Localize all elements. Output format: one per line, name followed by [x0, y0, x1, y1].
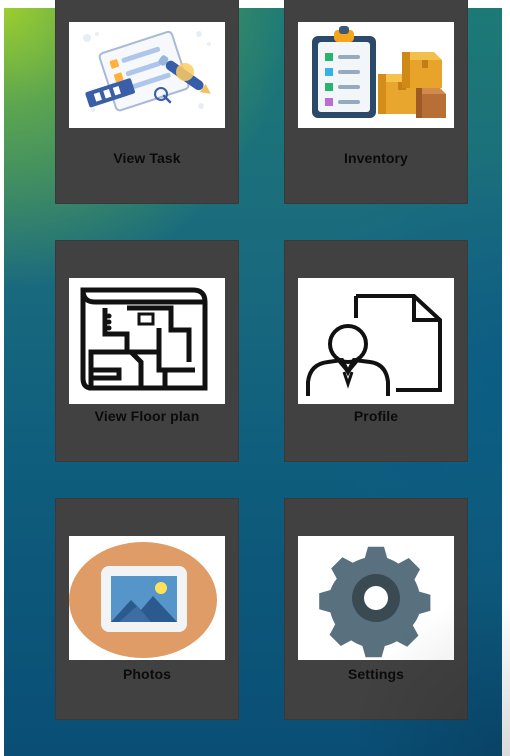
settings-tile[interactable]: Settings [284, 498, 468, 720]
view-task-tile[interactable]: View Task [55, 0, 239, 204]
view-task-label: View Task [113, 150, 181, 166]
settings-gear-icon [298, 536, 454, 660]
right-screen-edge [502, 0, 510, 756]
clipboard-boxes-icon [298, 22, 454, 128]
photos-label: Photos [122, 666, 172, 682]
floor-plan-icon [69, 278, 225, 404]
photos-tile[interactable]: Photos [55, 498, 239, 720]
home-screen: View Task Inventory View Floor plan Prof… [0, 0, 510, 756]
inventory-label: Inventory [344, 150, 408, 166]
profile-tile[interactable]: Profile [284, 240, 468, 462]
profile-document-icon [298, 278, 454, 404]
left-screen-edge [0, 0, 4, 756]
task-list-icon [69, 22, 225, 128]
profile-label: Profile [353, 408, 399, 424]
view-floor-plan-label: View Floor plan [94, 408, 200, 424]
settings-label: Settings [347, 666, 405, 682]
inventory-tile[interactable]: Inventory [284, 0, 468, 204]
photo-gallery-icon [69, 536, 225, 660]
view-floor-plan-tile[interactable]: View Floor plan [55, 240, 239, 462]
